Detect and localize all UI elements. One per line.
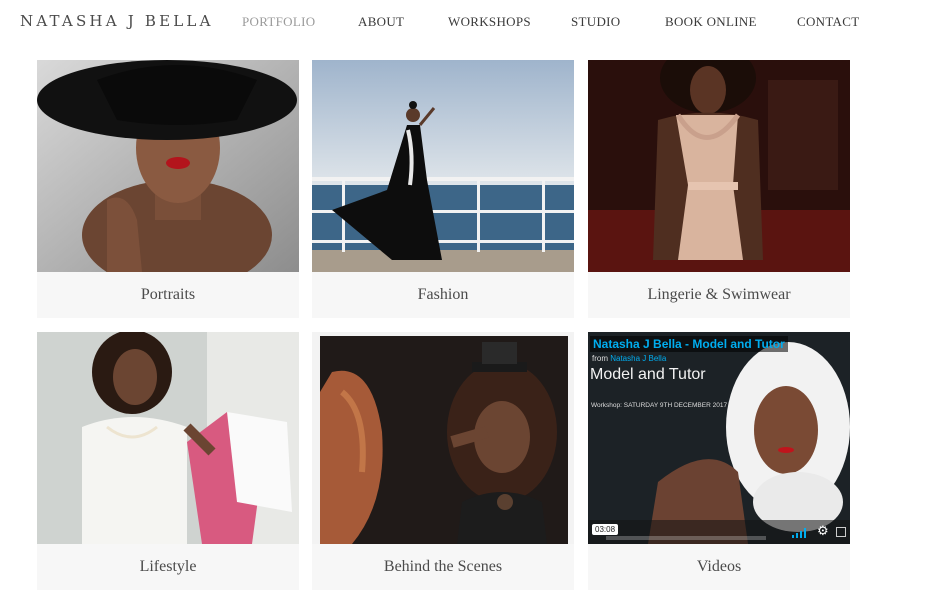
main-nav: PORTFOLIO ABOUT WORKSHOPS STUDIO BOOK ON… — [0, 14, 929, 34]
behind-the-scenes-thumbnail[interactable] — [312, 332, 574, 544]
nav-portfolio[interactable]: PORTFOLIO — [242, 14, 315, 30]
fullscreen-icon[interactable] — [836, 527, 846, 537]
gallery-tile-behind-the-scenes[interactable]: Behind the Scenes — [312, 332, 574, 590]
video-progress-bar[interactable] — [606, 536, 766, 540]
gallery-tile-lifestyle[interactable]: Lifestyle — [37, 332, 299, 590]
nav-about[interactable]: ABOUT — [358, 14, 404, 30]
video-from-name[interactable]: Natasha J Bella — [610, 354, 666, 363]
portraits-thumbnail[interactable] — [37, 60, 299, 272]
nav-book-online[interactable]: BOOK ONLINE — [665, 14, 757, 30]
volume-bars-icon[interactable] — [792, 528, 808, 538]
site-header: NATASHA J BELLA PORTFOLIO ABOUT WORKSHOP… — [0, 0, 929, 44]
video-from-prefix: from — [592, 354, 608, 363]
nav-contact[interactable]: CONTACT — [797, 14, 859, 30]
fashion-thumbnail[interactable] — [312, 60, 574, 272]
gallery-tile-portraits[interactable]: Portraits — [37, 60, 299, 318]
video-workshop-line: Workshop: SATURDAY 9TH DECEMBER 2017 — [591, 402, 728, 409]
video-byline: from Natasha J Bella — [592, 354, 666, 363]
gallery-tile-fashion[interactable]: Fashion — [312, 60, 574, 318]
video-duration: 03:08 — [592, 524, 619, 535]
nav-workshops[interactable]: WORKSHOPS — [448, 14, 531, 30]
gallery-tile-lingerie-swimwear[interactable]: Lingerie & Swimwear — [588, 60, 850, 318]
tile-caption[interactable]: Portraits — [37, 272, 299, 318]
tile-caption[interactable]: Behind the Scenes — [312, 544, 574, 590]
tile-caption[interactable]: Lingerie & Swimwear — [588, 272, 850, 318]
video-title[interactable]: Natasha J Bella - Model and Tutor — [590, 336, 788, 352]
lingerie-swimwear-thumbnail[interactable] — [588, 60, 850, 272]
tile-caption[interactable]: Lifestyle — [37, 544, 299, 590]
video-subtitle: Model and Tutor — [590, 366, 706, 383]
nav-studio[interactable]: STUDIO — [571, 14, 620, 30]
video-controls: 03:08 ⚙ — [588, 520, 850, 544]
tile-caption[interactable]: Fashion — [312, 272, 574, 318]
video-player[interactable]: Natasha J Bella - Model and Tutor from N… — [588, 332, 850, 544]
gear-icon[interactable]: ⚙ — [817, 524, 829, 539]
gallery-tile-videos[interactable]: Natasha J Bella - Model and Tutor from N… — [588, 332, 850, 590]
tile-caption[interactable]: Videos — [588, 544, 850, 590]
lifestyle-thumbnail[interactable] — [37, 332, 299, 544]
